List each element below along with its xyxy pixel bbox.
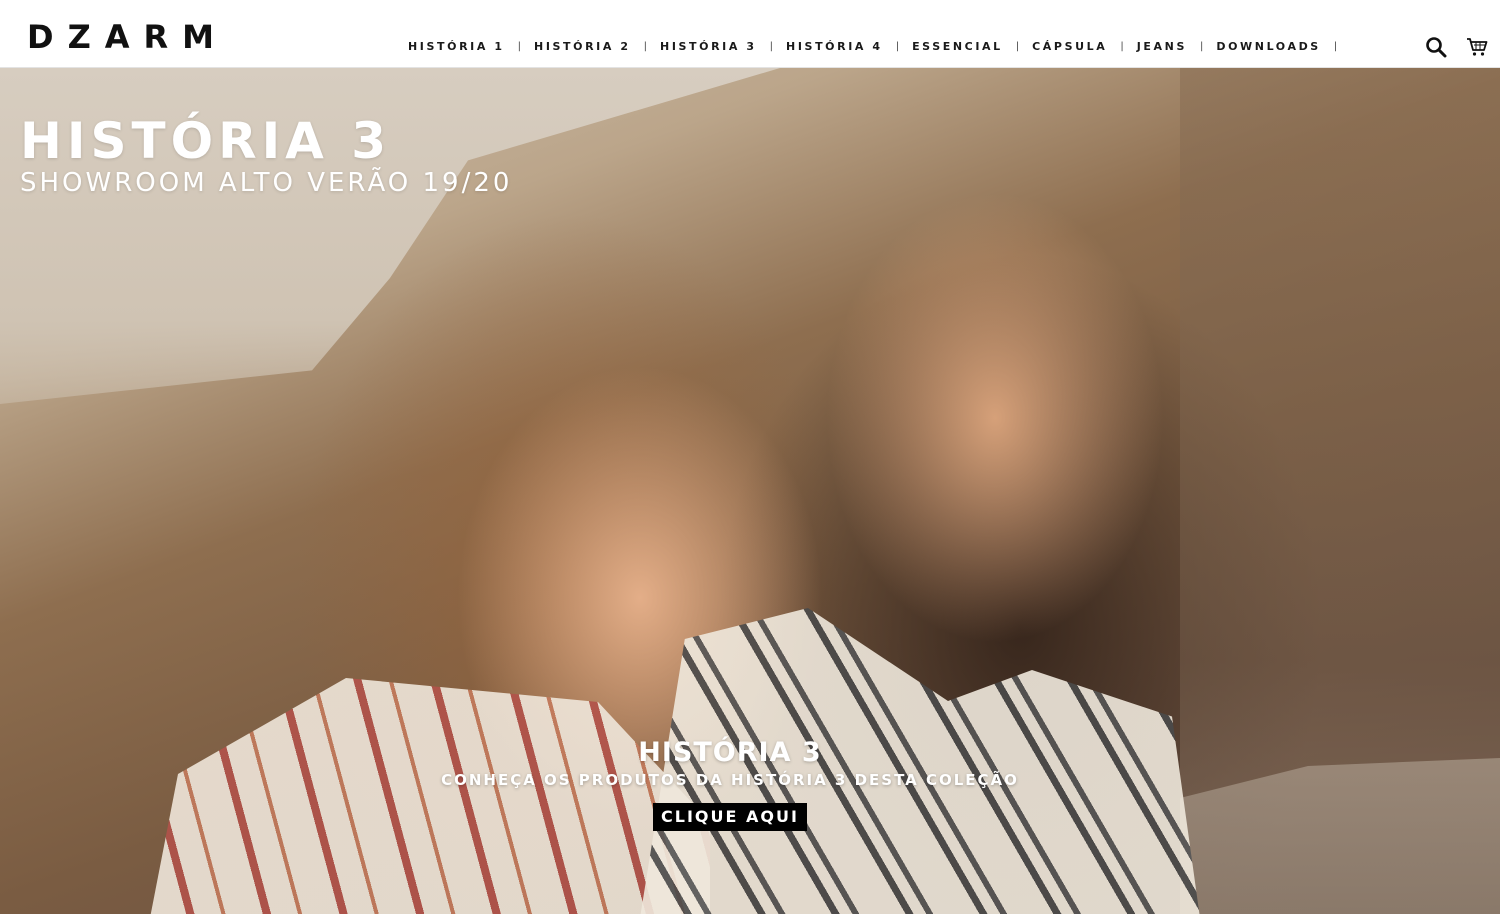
nav-separator: | <box>1199 41 1204 52</box>
nav-separator: | <box>643 41 648 52</box>
nav-item-jeans[interactable]: JEANS <box>1127 40 1197 54</box>
cart-icon[interactable] <box>1466 37 1488 57</box>
nav-item-essencial[interactable]: ESSENCIAL <box>902 40 1013 54</box>
nav-item-capsula[interactable]: CÁPSULA <box>1022 40 1117 54</box>
nav-item-historia-1[interactable]: HISTÓRIA 1 <box>398 40 515 54</box>
nav-separator: | <box>1120 41 1124 52</box>
hero-subtitle: SHOWROOM ALTO VERÃO 19/20 <box>20 168 513 198</box>
main-nav: HISTÓRIA 1 | HISTÓRIA 2 | HISTÓRIA 3 | H… <box>398 40 1340 54</box>
nav-separator: | <box>1015 41 1020 52</box>
nav-separator: | <box>769 41 774 52</box>
search-icon[interactable] <box>1425 36 1447 58</box>
cta-description: CONHEÇA OS PRODUTOS DA HISTÓRIA 3 DESTA … <box>441 771 1019 789</box>
nav-item-downloads[interactable]: DOWNLOADS <box>1206 40 1330 54</box>
nav-item-historia-2[interactable]: HISTÓRIA 2 <box>524 40 641 54</box>
nav-separator: | <box>895 41 900 52</box>
nav-separator: | <box>1333 41 1338 52</box>
brand-logo[interactable]: DZARM <box>27 21 228 53</box>
site-header: DZARM HISTÓRIA 1 | HISTÓRIA 2 | HISTÓRIA… <box>0 0 1500 68</box>
cta-button[interactable]: CLIQUE AQUI <box>653 803 807 831</box>
nav-separator: | <box>517 41 522 52</box>
nav-item-historia-3[interactable]: HISTÓRIA 3 <box>650 40 767 54</box>
cta-title: HISTÓRIA 3 <box>638 737 822 768</box>
hero-title: HISTÓRIA 3 <box>20 112 392 170</box>
hero-cta: HISTÓRIA 3 CONHEÇA OS PRODUTOS DA HISTÓR… <box>430 738 1030 831</box>
nav-item-historia-4[interactable]: HISTÓRIA 4 <box>776 40 893 54</box>
